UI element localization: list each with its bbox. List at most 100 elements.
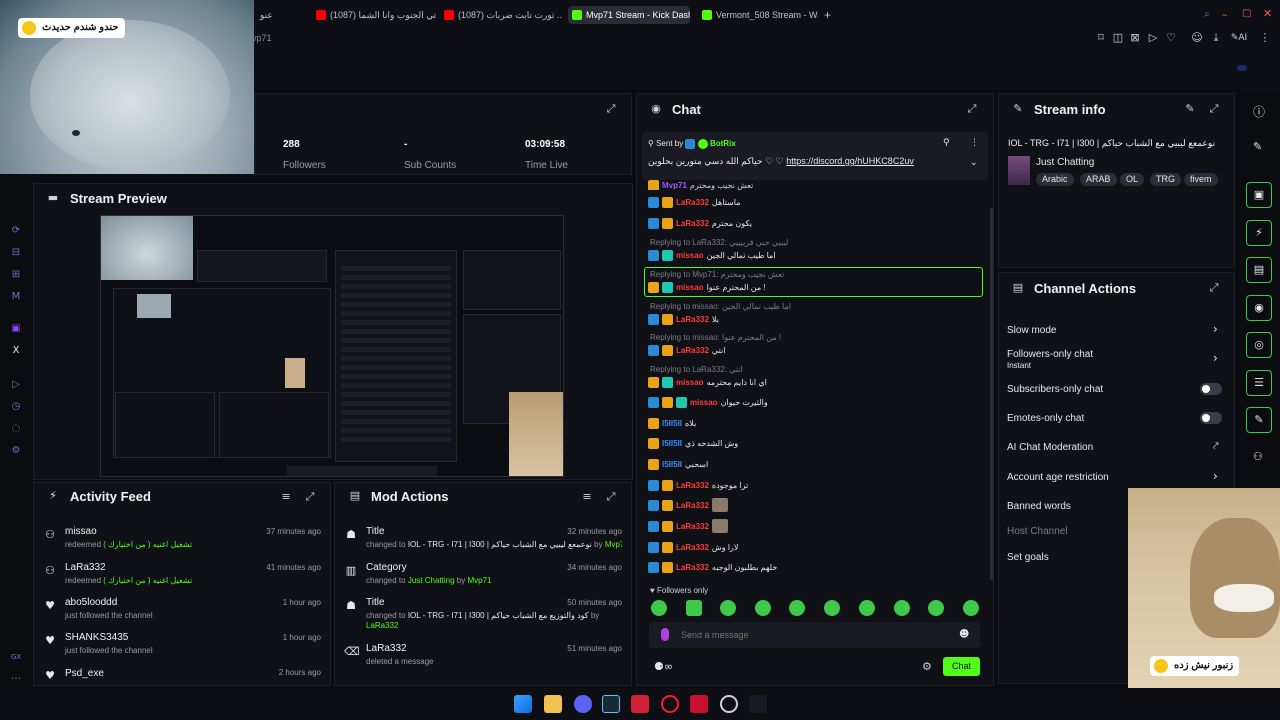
ai-moderation-label[interactable]: AI Chat Moderation xyxy=(1007,442,1093,453)
chat-message[interactable]: missao اي انا دايم محترمه xyxy=(648,374,978,390)
clock-icon[interactable]: ◷ xyxy=(10,401,22,413)
opera-gx-icon[interactable] xyxy=(661,695,679,713)
emote-button[interactable] xyxy=(755,600,771,616)
reply-preview[interactable]: Replying to LaRa332: انتي xyxy=(650,365,743,374)
pinned-message[interactable]: ⚲ Sent by BotRix حياكم الله دسي متورين ب… xyxy=(642,132,988,180)
browser-tab[interactable]: (1087) ثورت تابت ضربات ... xyxy=(440,6,562,24)
chat-message[interactable]: Mvp71 تعش نجيب ومحترم xyxy=(648,180,978,190)
stream-tag[interactable]: TRG xyxy=(1150,173,1181,186)
mail-icon[interactable]: M xyxy=(10,291,22,303)
download-icon[interactable]: ⤓ xyxy=(1209,31,1223,45)
chat-message[interactable]: LaRa332 بلا xyxy=(648,311,978,327)
chat-message[interactable]: I5II5II بلاه xyxy=(648,415,978,431)
activity-user[interactable]: SHANKS3435 xyxy=(65,632,128,643)
account-age-label[interactable]: Account age restriction xyxy=(1007,472,1109,483)
chat-username[interactable]: I5II5II xyxy=(662,439,682,448)
x-icon[interactable]: X xyxy=(10,345,22,357)
mod-who[interactable]: Mvp71 xyxy=(467,576,491,585)
emote-button[interactable] xyxy=(789,600,805,616)
box-icon[interactable]: ⊟ xyxy=(10,247,22,259)
chat-username[interactable]: LaRa332 xyxy=(676,315,709,324)
chevron-right-icon[interactable]: › xyxy=(1213,469,1218,483)
category-name[interactable]: Just Chatting xyxy=(1036,157,1094,168)
play-icon[interactable]: ▷ xyxy=(10,379,22,391)
chat-message[interactable]: LaRa332 يكون محترم xyxy=(648,215,978,231)
broadcast-icon[interactable]: ◎ xyxy=(1246,332,1272,358)
ai-icon[interactable]: ✎AI xyxy=(1228,31,1250,45)
unpin-icon[interactable]: ⚲ xyxy=(943,138,950,148)
stream-tag[interactable]: OL xyxy=(1120,173,1145,186)
emote-button[interactable] xyxy=(651,600,667,616)
chat-username[interactable]: missao xyxy=(676,251,704,260)
activity-user[interactable]: Psd_exe xyxy=(65,668,104,679)
pinned-user[interactable]: BotRix xyxy=(710,139,736,148)
stream-tag[interactable]: fivem xyxy=(1184,173,1218,186)
chat-message[interactable]: LaRa332 لارا وش xyxy=(648,539,978,555)
maximize-icon[interactable]: ▢ xyxy=(1242,8,1251,19)
chat-input[interactable] xyxy=(681,627,941,643)
gx-icon[interactable]: GX xyxy=(10,651,22,663)
send-chat-button[interactable]: Chat xyxy=(943,657,980,676)
popout-icon[interactable]: ⤢ xyxy=(1208,282,1220,294)
chat-message[interactable]: LaRa332 xyxy=(648,518,978,534)
bag-icon[interactable]: ⊞ xyxy=(10,269,22,281)
minimize-icon[interactable]: – xyxy=(1222,8,1228,21)
more-icon[interactable]: … xyxy=(10,671,22,683)
chat-message[interactable]: LaRa332 ترا موجوده xyxy=(648,477,978,493)
discord-icon[interactable] xyxy=(574,695,592,713)
link-icon[interactable]: ⟳ xyxy=(10,225,22,237)
emote-button[interactable] xyxy=(928,600,944,616)
chat-username[interactable]: missao xyxy=(676,283,704,292)
emote-button[interactable] xyxy=(963,600,979,616)
mod-who[interactable]: LaRa332 xyxy=(366,621,398,630)
emote-button[interactable] xyxy=(824,600,840,616)
filter-icon[interactable]: ≡ xyxy=(581,491,593,503)
chat-username[interactable]: LaRa332 xyxy=(676,543,709,552)
chat-message[interactable]: missao اما طيب تمالي الجين xyxy=(648,247,978,263)
chat-username[interactable]: LaRa332 xyxy=(676,481,709,490)
reply-preview[interactable]: Replying to Mvp71: تعش نجيب ومحترم xyxy=(650,270,784,279)
steam-icon[interactable] xyxy=(602,695,620,713)
followers-only-label[interactable]: Followers-only chat xyxy=(1007,349,1093,360)
stream-tag[interactable]: Arabic xyxy=(1036,173,1074,186)
chat-message[interactable]: I5II5II وش الشدحه ذي xyxy=(648,435,978,451)
screen-icon[interactable]: ▣ xyxy=(1246,182,1272,208)
stream-tag[interactable]: ARAB xyxy=(1080,173,1117,186)
browser-tab[interactable]: Vermont_508 Stream - Wa xyxy=(698,6,818,24)
chat-username[interactable]: I5II5II xyxy=(662,419,682,428)
banned-words-label[interactable]: Banned words xyxy=(1007,501,1071,512)
activity-user[interactable]: abo5looddd xyxy=(65,597,117,608)
chevron-right-icon[interactable]: › xyxy=(1213,322,1218,336)
slow-mode-label[interactable]: Slow mode xyxy=(1007,325,1056,336)
gear-icon[interactable]: ⚙ xyxy=(922,660,932,673)
close-icon[interactable]: ✕ xyxy=(1263,7,1272,20)
gear-icon[interactable]: ⚙ xyxy=(10,445,22,457)
browser-tab[interactable]: (1087) اتي الجنوب وانا الشما xyxy=(312,6,436,24)
extension-icon[interactable]: ◫ xyxy=(1111,31,1125,45)
chevron-right-icon[interactable]: › xyxy=(1213,351,1218,365)
mic-icon[interactable] xyxy=(661,628,669,641)
app-icon[interactable] xyxy=(749,695,767,713)
chevron-down-icon[interactable]: ⌄ xyxy=(970,158,978,168)
popout-icon[interactable]: ⤢ xyxy=(1208,103,1220,115)
chat-message[interactable]: missao من المحترم عنوا ! xyxy=(648,279,978,295)
host-channel-label[interactable]: Host Channel xyxy=(1007,526,1068,537)
bolt-icon[interactable]: ⚡ xyxy=(1246,220,1272,246)
emote-button[interactable] xyxy=(686,600,702,616)
heart-icon[interactable]: ♡ xyxy=(1164,31,1178,45)
chat-username[interactable]: missao xyxy=(676,378,704,387)
browser-tab[interactable]: عنو xyxy=(256,6,306,24)
stream-preview-video[interactable] xyxy=(100,215,564,477)
shield-icon[interactable]: ⊠ xyxy=(1128,31,1142,45)
emotes-only-toggle[interactable] xyxy=(1200,412,1222,424)
external-link-icon[interactable]: ⤤ xyxy=(1213,441,1219,452)
play-icon[interactable]: ▷ xyxy=(1146,31,1160,45)
mod-who[interactable]: Mvp71 xyxy=(605,540,622,549)
chat-username[interactable]: LaRa332 xyxy=(676,219,709,228)
app-icon[interactable] xyxy=(720,695,738,713)
windows-start-icon[interactable] xyxy=(514,695,532,713)
pinned-link[interactable]: https://discord.gg/hUHKC8C2uv xyxy=(786,156,914,166)
info-icon[interactable]: ⓘ xyxy=(1253,103,1265,120)
app-icon[interactable] xyxy=(690,695,708,713)
activity-user[interactable]: missao xyxy=(65,526,97,537)
